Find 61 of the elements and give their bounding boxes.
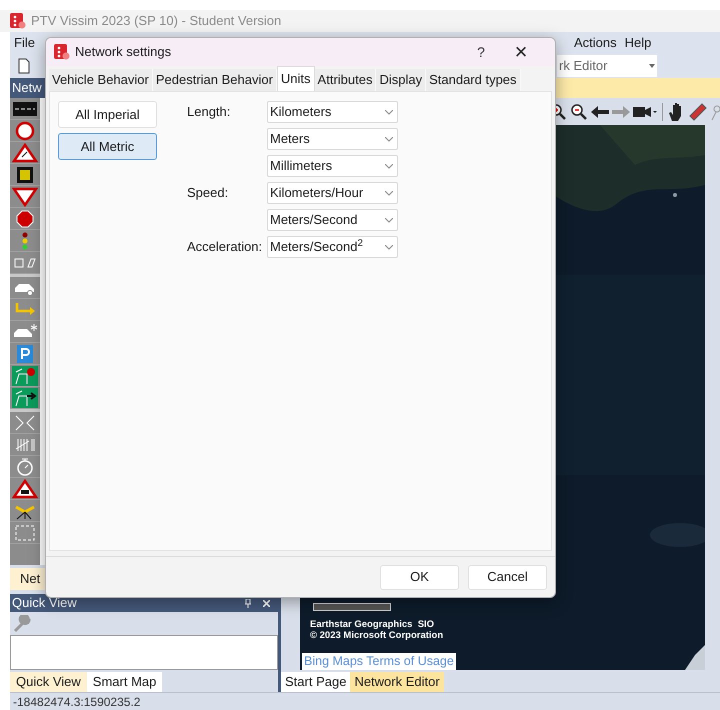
dialog-button[interactable]: OK: [380, 564, 459, 590]
unit-dropdown[interactable]: Meters/Second$^{2}$: [267, 236, 398, 258]
stop-sign-icon[interactable]: [10, 208, 40, 230]
field-label: Speed:: [187, 184, 230, 202]
view-combo[interactable]: rk Editor: [557, 55, 657, 77]
dialog-tab[interactable]: Attributes: [314, 69, 376, 91]
unit-dropdown[interactable]: Kilometers: [267, 101, 398, 123]
chevron-down-icon: [385, 218, 393, 222]
chevron-down-icon: [385, 190, 393, 196]
unit-dropdown[interactable]: Meters/Second: [267, 209, 398, 231]
caret-icon: [649, 64, 655, 68]
camera-icon[interactable]: [633, 104, 657, 118]
preset-button[interactable]: All Metric: [58, 133, 157, 160]
close-button[interactable]: ×: [501, 41, 541, 63]
editor-tab[interactable]: Network Editor: [350, 672, 444, 692]
menu-item[interactable]: Actions: [570, 33, 621, 53]
dialog-tab[interactable]: Pedestrian Behavior: [152, 69, 277, 91]
arrow-left-icon[interactable]: [591, 106, 609, 118]
map-attribution: © 2023 Microsoft Corporation: [310, 630, 444, 641]
dialog-tab[interactable]: Standard types: [426, 69, 521, 91]
panel-header: Netw: [11, 79, 42, 98]
checker-sign-icon[interactable]: [10, 164, 40, 186]
dialog-tab[interactable]: Vehicle Behavior: [49, 69, 153, 91]
dialog-tab[interactable]: Display: [376, 69, 426, 91]
chevron-down-icon: [385, 164, 393, 168]
dialog-title: Network settings: [75, 43, 172, 62]
pedestrian-area-icon[interactable]: [10, 365, 40, 387]
zoom-out-icon[interactable]: [570, 102, 588, 120]
menu-item[interactable]: Help: [620, 33, 656, 53]
app-logo-icon: [54, 44, 70, 60]
new-file-icon[interactable]: [18, 58, 30, 74]
close-icon[interactable]: [263, 600, 270, 606]
unit-dropdown[interactable]: Millimeters: [267, 155, 398, 177]
editor-tab[interactable]: Start Page: [281, 672, 350, 692]
app-logo-icon: [10, 13, 26, 29]
panel-tab[interactable]: Smart Map: [86, 672, 162, 692]
ruler-icon[interactable]: [689, 102, 707, 120]
chevron-down-icon: [385, 136, 393, 142]
dialog-button[interactable]: Cancel: [468, 564, 547, 590]
warning-sign-icon[interactable]: [10, 142, 40, 164]
speed-sign-icon[interactable]: [10, 120, 40, 142]
queue-sign-icon[interactable]: [10, 478, 40, 500]
pedestrian-route-icon[interactable]: [10, 387, 40, 409]
panel-tab[interactable]: Quick View: [10, 672, 87, 692]
chevron-down-icon: [385, 110, 393, 114]
window-title: PTV Vissim 2023 (SP 10) - Student Version: [31, 12, 282, 30]
status-text: -18482474.3:1590235.2: [13, 694, 140, 710]
chevron-down-icon: [385, 244, 393, 250]
pin-icon[interactable]: [245, 598, 252, 608]
dialog-tab[interactable]: Units: [276, 66, 315, 91]
help-button[interactable]: ?: [466, 42, 496, 62]
panel-title: Quick View: [12, 594, 77, 612]
unit-dropdown[interactable]: Kilometers/Hour: [267, 182, 398, 204]
menu-item[interactable]: File: [10, 33, 39, 53]
field-label: Acceleration:: [187, 238, 264, 256]
yield-sign-icon[interactable]: [10, 186, 40, 208]
preset-button[interactable]: All Imperial: [58, 101, 157, 128]
map-attribution: Earthstar Geographics SIO: [310, 619, 436, 630]
parking-icon[interactable]: [10, 343, 40, 365]
unit-dropdown[interactable]: Meters: [267, 128, 398, 150]
field-label: Length:: [187, 103, 232, 122]
